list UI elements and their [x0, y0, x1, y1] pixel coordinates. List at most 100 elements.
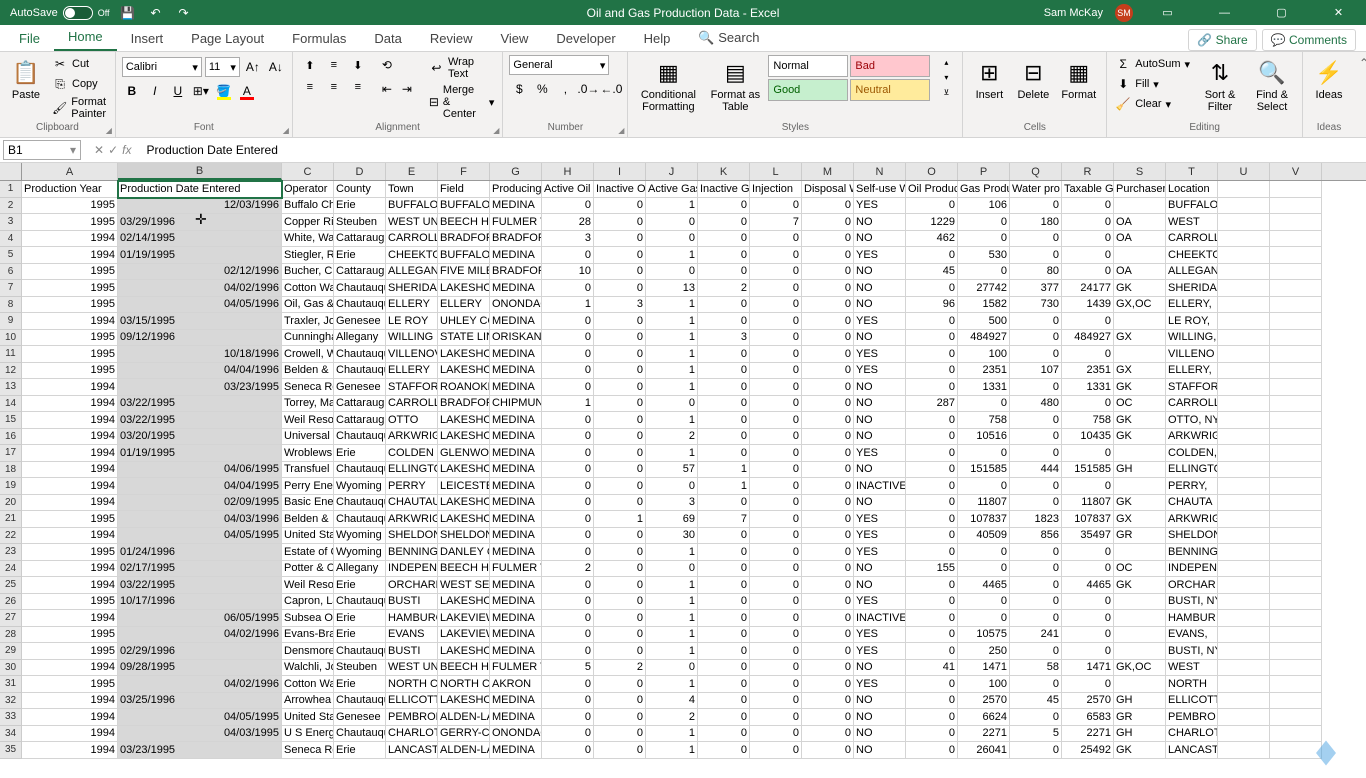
cell[interactable]: 0 — [698, 742, 750, 759]
cell[interactable]: 0 — [594, 693, 646, 710]
cell[interactable] — [1114, 445, 1166, 462]
cell[interactable]: 0 — [594, 495, 646, 512]
cell[interactable]: INACTIVE — [854, 610, 906, 627]
cell[interactable]: Arrowhea — [282, 693, 334, 710]
cell[interactable]: YES — [854, 198, 906, 215]
cell[interactable]: STATE LIN — [438, 330, 490, 347]
cell[interactable]: Steuben — [334, 214, 386, 231]
cell[interactable]: Cunningha — [282, 330, 334, 347]
cell[interactable]: 0 — [802, 297, 854, 314]
cell[interactable]: 1 — [646, 643, 698, 660]
cell[interactable]: 0 — [1010, 247, 1062, 264]
cell[interactable]: 10 — [542, 264, 594, 281]
cell[interactable]: ONONDAG — [490, 726, 542, 743]
autosave-toggle[interactable]: AutoSave Off — [10, 6, 110, 20]
column-header-E[interactable]: E — [386, 163, 438, 180]
decrease-decimal-button[interactable]: ←.0 — [601, 79, 621, 99]
cell[interactable]: 2570 — [1062, 693, 1114, 710]
cell[interactable]: 0 — [802, 231, 854, 248]
cell[interactable]: 1 — [646, 330, 698, 347]
cell[interactable]: 0 — [802, 726, 854, 743]
cell[interactable]: GH — [1114, 693, 1166, 710]
cell[interactable]: 0 — [802, 363, 854, 380]
cell[interactable]: Evans-Bra — [282, 627, 334, 644]
cell[interactable] — [1270, 693, 1322, 710]
cell[interactable]: 0 — [542, 495, 594, 512]
cell[interactable]: 500 — [958, 313, 1010, 330]
cell[interactable]: Active Oil — [542, 181, 594, 198]
cell[interactable]: 0 — [542, 643, 594, 660]
cell[interactable]: Wyoming — [334, 478, 386, 495]
cell[interactable]: AKRON — [490, 676, 542, 693]
row-header[interactable]: 3 — [0, 214, 22, 231]
cell[interactable]: INDEPEND — [386, 561, 438, 578]
cell[interactable]: 0 — [802, 676, 854, 693]
cell[interactable] — [1114, 247, 1166, 264]
row-header[interactable]: 10 — [0, 330, 22, 347]
cell[interactable] — [1270, 181, 1322, 198]
cell[interactable]: MEDINA — [490, 643, 542, 660]
cell[interactable]: 0 — [594, 264, 646, 281]
number-launcher-icon[interactable]: ◢ — [618, 126, 624, 135]
cell[interactable]: BEECH HIL — [438, 214, 490, 231]
cell[interactable]: 530 — [958, 247, 1010, 264]
cell[interactable]: ORCHARD — [386, 577, 438, 594]
cell[interactable]: 0 — [698, 297, 750, 314]
cell[interactable]: 1 — [698, 462, 750, 479]
cell[interactable]: MEDINA — [490, 693, 542, 710]
cell[interactable]: 09/28/1995 — [118, 660, 282, 677]
paste-button[interactable]: 📋 Paste — [6, 55, 46, 103]
cell[interactable]: MEDINA — [490, 379, 542, 396]
row-header[interactable]: 26 — [0, 594, 22, 611]
select-all-corner[interactable] — [0, 163, 22, 180]
cell[interactable]: CHEEKTOW — [386, 247, 438, 264]
cell[interactable]: NO — [854, 693, 906, 710]
cell[interactable]: BUSTI, NY — [1166, 594, 1218, 611]
cell[interactable]: 1 — [542, 297, 594, 314]
cell[interactable]: Allegany — [334, 561, 386, 578]
cell[interactable]: Universal — [282, 429, 334, 446]
cell[interactable]: 0 — [1010, 231, 1062, 248]
cell[interactable]: 0 — [906, 429, 958, 446]
cell[interactable]: NO — [854, 396, 906, 413]
cell[interactable] — [1114, 594, 1166, 611]
row-header[interactable]: 5 — [0, 247, 22, 264]
cell[interactable]: 0 — [802, 594, 854, 611]
cell[interactable]: 0 — [698, 247, 750, 264]
cell[interactable]: BEECH HIL — [438, 561, 490, 578]
cell[interactable]: LEICESTER — [438, 478, 490, 495]
row-header[interactable]: 25 — [0, 577, 22, 594]
cell[interactable]: NORTH — [1166, 676, 1218, 693]
cell[interactable]: 11807 — [958, 495, 1010, 512]
cell[interactable]: 04/06/1995 — [118, 462, 282, 479]
cell[interactable]: 0 — [906, 247, 958, 264]
cell[interactable]: Erie — [334, 676, 386, 693]
cell[interactable]: 0 — [906, 198, 958, 215]
cell[interactable]: 0 — [698, 231, 750, 248]
tab-data[interactable]: Data — [360, 26, 415, 51]
cell[interactable]: YES — [854, 643, 906, 660]
row-header[interactable]: 11 — [0, 346, 22, 363]
cell[interactable]: 2 — [646, 709, 698, 726]
column-header-D[interactable]: D — [334, 163, 386, 180]
cell[interactable]: EVANS, — [1166, 627, 1218, 644]
cell[interactable]: GX — [1114, 363, 1166, 380]
cell[interactable] — [1218, 478, 1270, 495]
cell[interactable]: NO — [854, 495, 906, 512]
cell[interactable]: MEDINA — [490, 495, 542, 512]
cell[interactable]: 444 — [1010, 462, 1062, 479]
cell[interactable]: ARKWRIGH — [386, 511, 438, 528]
cell[interactable] — [1270, 594, 1322, 611]
column-header-A[interactable]: A — [22, 163, 118, 180]
cell[interactable]: SHELDON — [438, 528, 490, 545]
cell[interactable]: 0 — [750, 478, 802, 495]
cell[interactable] — [1270, 412, 1322, 429]
row-header[interactable]: 22 — [0, 528, 22, 545]
cell[interactable]: 1994 — [22, 396, 118, 413]
cell[interactable]: 80 — [1010, 264, 1062, 281]
alignment-launcher-icon[interactable]: ◢ — [493, 126, 499, 135]
cell[interactable]: GK — [1114, 429, 1166, 446]
cell[interactable]: 0 — [802, 198, 854, 215]
cell[interactable]: 0 — [750, 528, 802, 545]
cell[interactable]: YES — [854, 627, 906, 644]
